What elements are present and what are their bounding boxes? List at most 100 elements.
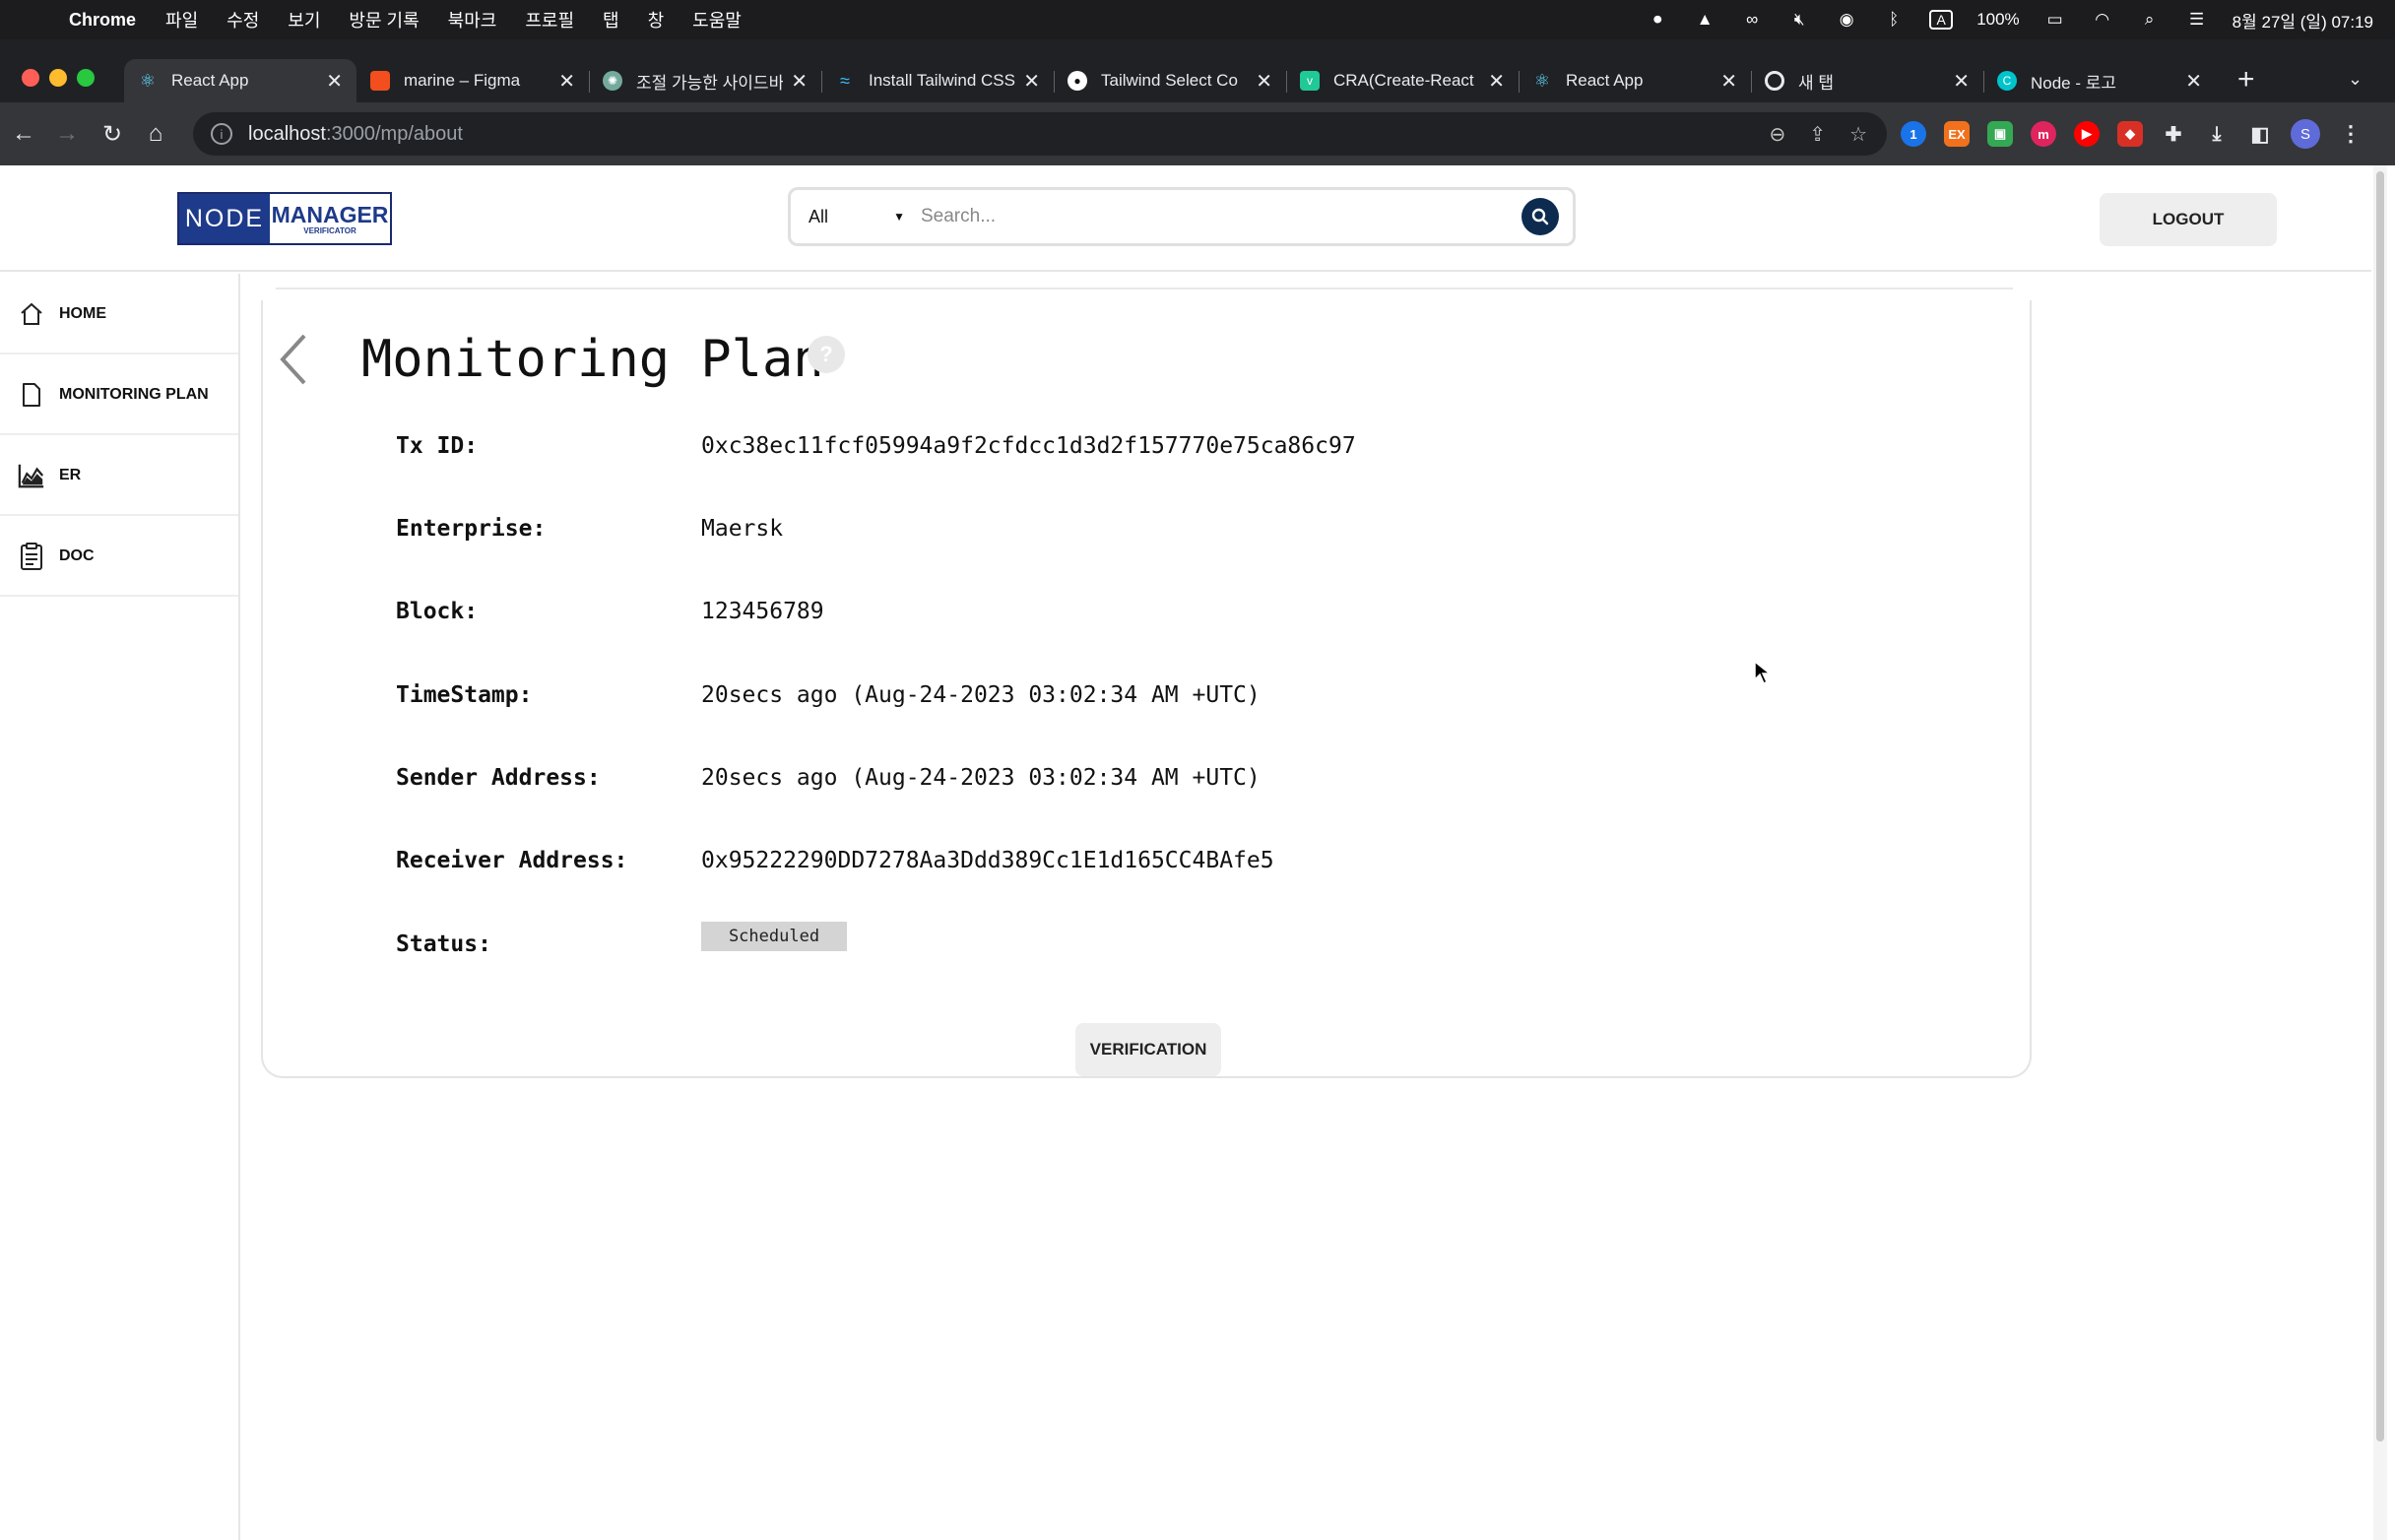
airdrop-icon[interactable]: ◉ — [1835, 10, 1858, 30]
extension-m-icon[interactable]: m — [2031, 121, 2056, 147]
clock[interactable]: 8월 27일 (일) 07:19 — [2233, 8, 2373, 32]
menu-file[interactable]: 파일 — [165, 7, 198, 32]
wifi-icon[interactable]: ◠ — [2091, 10, 2114, 30]
field-label: Receiver Address: — [396, 848, 628, 873]
close-tab-icon[interactable]: ✕ — [1256, 69, 1272, 94]
reload-icon[interactable]: ↻ — [95, 116, 130, 152]
verification-button[interactable]: VERIFICATION — [1075, 1023, 1221, 1076]
figma-icon — [370, 71, 390, 91]
close-tab-icon[interactable]: ✕ — [1023, 69, 1040, 94]
address-bar[interactable]: i localhost :3000/mp/about ⊖ ⇪ ☆ — [193, 112, 1887, 156]
browser-tab[interactable]: ⚛ React App ✕ — [124, 59, 356, 102]
bookmark-star-icon[interactable]: ☆ — [1849, 122, 1867, 147]
browser-tab[interactable]: 새 탭 ✕ — [1751, 59, 1983, 102]
extension-red-icon[interactable]: ◆ — [2117, 121, 2143, 147]
browser-tab[interactable]: ≈ Install Tailwind CSS ✕ — [821, 59, 1054, 102]
field-value: 20secs ago (Aug-24-2023 03:02:34 AM +UTC… — [701, 765, 1261, 791]
browser-tab[interactable]: C Node - 로고 ✕ — [1983, 59, 2216, 102]
search-icon — [1531, 208, 1549, 225]
mute-icon[interactable]: 🔇︎ — [1787, 10, 1811, 30]
search-input[interactable]: Search... — [921, 206, 1521, 227]
browser-tab[interactable]: ✺ 조절 가능한 사이드바 ✕ — [589, 59, 821, 102]
logout-button[interactable]: LOGOUT — [2100, 193, 2277, 246]
sidebar-item-home[interactable]: HOME — [0, 276, 238, 354]
content-divider — [276, 288, 2013, 289]
menu-bookmarks[interactable]: 북마크 — [448, 7, 497, 32]
page-scrollbar[interactable] — [2373, 165, 2387, 1540]
sidebar-item-doc[interactable]: DOC — [0, 518, 238, 597]
record-icon[interactable]: ⏺ — [1646, 10, 1669, 30]
menu-help[interactable]: 도움말 — [692, 7, 742, 32]
browser-tab[interactable]: ⚛ React App ✕ — [1519, 59, 1751, 102]
side-panel-icon[interactable]: ◧ — [2247, 121, 2273, 147]
clipboard-icon — [18, 542, 45, 571]
input-source-icon[interactable]: A — [1929, 10, 1954, 30]
search-button[interactable] — [1521, 198, 1559, 235]
menu-edit[interactable]: 수정 — [227, 7, 259, 32]
spotlight-icon[interactable]: ⌕ — [2138, 10, 2162, 30]
extension-ex-icon[interactable]: EX — [1944, 121, 1970, 147]
chrome-icon — [1765, 71, 1784, 91]
back-icon[interactable]: ← — [6, 116, 41, 152]
tab-title: React App — [171, 71, 249, 90]
close-window-button[interactable] — [22, 69, 39, 87]
caret-down-icon: ▼ — [893, 210, 905, 224]
chevron-down-icon[interactable]: ⌄ — [2348, 69, 2363, 90]
close-tab-icon[interactable]: ✕ — [326, 69, 343, 94]
close-tab-icon[interactable]: ✕ — [1488, 69, 1505, 94]
battery-icon[interactable]: ▭ — [2043, 10, 2067, 30]
field-label: Block: — [396, 599, 479, 624]
new-tab-icon[interactable]: + — [2237, 63, 2255, 96]
menu-view[interactable]: 보기 — [288, 7, 320, 32]
extensions-puzzle-icon[interactable]: ✚ — [2161, 121, 2186, 147]
menu-tab[interactable]: 탭 — [603, 7, 619, 32]
detail-row-timestamp: TimeStamp: 20secs ago (Aug-24-2023 03:02… — [396, 682, 1873, 722]
forward-icon[interactable]: → — [49, 116, 85, 152]
field-label: Enterprise: — [396, 516, 547, 542]
close-tab-icon[interactable]: ✕ — [791, 69, 808, 94]
share-icon[interactable]: ⇪ — [1809, 122, 1826, 147]
logo-sub: VERIFICATOR — [303, 226, 356, 235]
back-arrow-button[interactable] — [275, 330, 314, 389]
menu-window[interactable]: 창 — [648, 7, 665, 32]
more-menu-icon[interactable]: ⋮ — [2338, 121, 2363, 147]
logo-node: NODE — [179, 194, 270, 243]
menu-history[interactable]: 방문 기록 — [349, 7, 419, 32]
home-icon[interactable]: ⌂ — [138, 116, 173, 152]
close-tab-icon[interactable]: ✕ — [2185, 69, 2202, 94]
close-tab-icon[interactable]: ✕ — [558, 69, 575, 94]
bluetooth-icon[interactable]: ᛒ — [1882, 10, 1906, 30]
url-host: localhost — [248, 122, 326, 145]
sidebar-item-label: ER — [59, 467, 82, 483]
tab-title: marine – Figma — [404, 71, 521, 90]
download-icon[interactable]: ⤓ — [2204, 121, 2230, 147]
extension-green-icon[interactable]: ▣ — [1987, 121, 2013, 147]
browser-tab[interactable]: ● Tailwind Select Co ✕ — [1054, 59, 1286, 102]
url-path: :3000/mp/about — [325, 122, 463, 145]
scrollbar-thumb[interactable] — [2376, 171, 2384, 1442]
sidebar-item-monitoring-plan[interactable]: MONITORING PLAN — [0, 356, 238, 435]
close-tab-icon[interactable]: ✕ — [1953, 69, 1970, 94]
extension-youtube-icon[interactable]: ▶ — [2074, 121, 2100, 147]
zoom-icon[interactable]: ⊖ — [1770, 122, 1786, 147]
profile-avatar[interactable]: S — [2291, 119, 2320, 149]
search-category-select[interactable]: All ▼ — [791, 207, 921, 227]
help-icon[interactable]: ? — [808, 336, 845, 373]
close-tab-icon[interactable]: ✕ — [1720, 69, 1737, 94]
sidebar-item-er[interactable]: ER — [0, 437, 238, 516]
browser-tab[interactable]: v CRA(Create-React ✕ — [1286, 59, 1519, 102]
detail-row-sender-address: Sender Address: 20secs ago (Aug-24-2023 … — [396, 765, 1873, 804]
logo[interactable]: NODE MANAGER VERIFICATOR — [177, 192, 392, 245]
browser-tab[interactable]: marine – Figma ✕ — [356, 59, 589, 102]
field-value: Maersk — [701, 516, 784, 542]
tab-title: CRA(Create-React — [1333, 71, 1474, 90]
menu-app-name[interactable]: Chrome — [69, 10, 136, 31]
drive-icon[interactable]: ▲ — [1693, 10, 1716, 30]
extension-1password-icon[interactable]: 1 — [1901, 121, 1926, 147]
zoom-window-button[interactable] — [77, 69, 95, 87]
minimize-window-button[interactable] — [49, 69, 67, 87]
menu-profiles[interactable]: 프로필 — [525, 7, 574, 32]
control-center-icon[interactable]: ☰ — [2185, 10, 2209, 30]
site-info-icon[interactable]: i — [211, 123, 232, 145]
glasses-icon[interactable]: ∞ — [1740, 10, 1764, 30]
